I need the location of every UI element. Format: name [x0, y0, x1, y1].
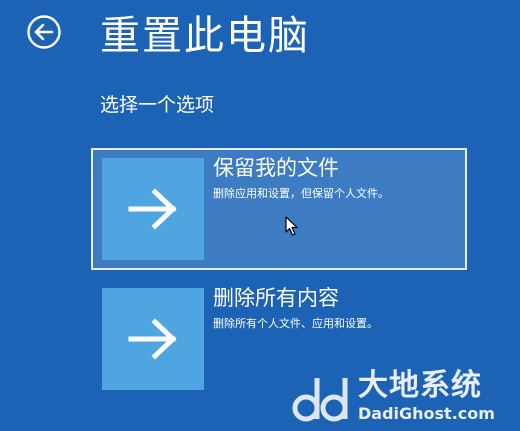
- arrow-right-icon: [128, 188, 177, 230]
- option-tile: [102, 158, 204, 260]
- dadighost-logo-icon: [292, 378, 348, 422]
- back-arrow-circle-icon: [27, 15, 61, 49]
- watermark: 大地系统 DadiGhost.com: [290, 368, 516, 428]
- back-button[interactable]: [26, 14, 62, 50]
- watermark-url: DadiGhost.com: [358, 404, 495, 423]
- option-description: 删除所有个人文件、应用和设置。: [213, 317, 378, 330]
- page-title: 重置此电脑: [100, 13, 310, 59]
- option-description: 删除应用和设置，但保留个人文件。: [213, 187, 389, 200]
- keep-my-files-option[interactable]: 保留我的文件 删除应用和设置，但保留个人文件。: [91, 148, 467, 270]
- watermark-brand: 大地系统: [358, 368, 482, 403]
- option-title: 保留我的文件: [213, 156, 339, 180]
- arrow-right-icon: [128, 318, 177, 360]
- option-tile: [102, 288, 204, 390]
- options-subtitle: 选择一个选项: [100, 94, 215, 116]
- mouse-cursor-icon: [285, 216, 298, 236]
- option-title: 删除所有内容: [213, 286, 339, 310]
